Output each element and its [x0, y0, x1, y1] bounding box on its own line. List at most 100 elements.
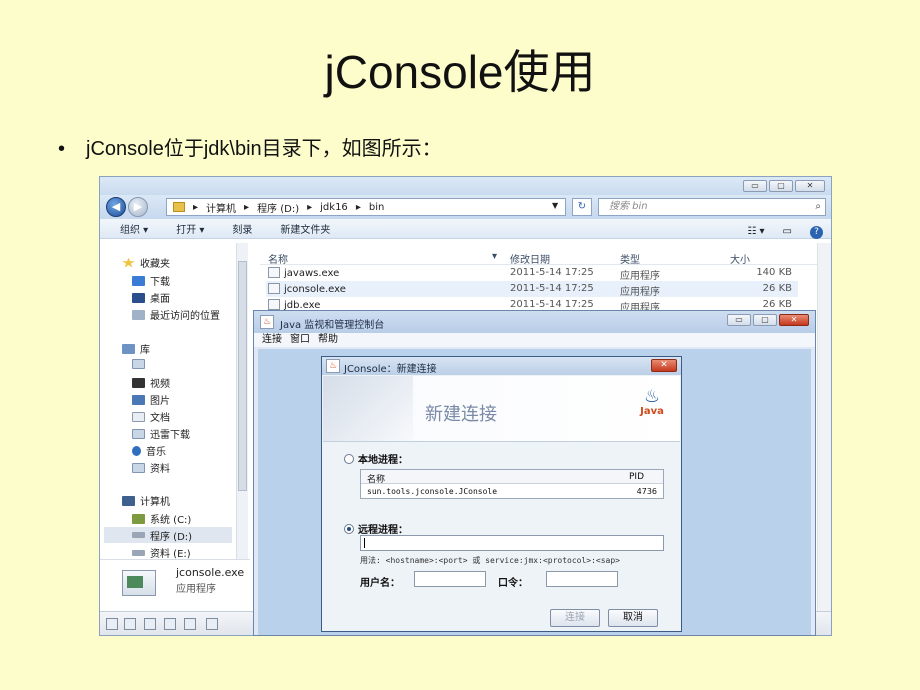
username-input[interactable] [414, 571, 486, 587]
folder-icon [132, 462, 145, 473]
nav-blank-library[interactable] [132, 359, 145, 369]
crumb-computer[interactable]: 计算机 [206, 200, 236, 215]
column-type[interactable]: 类型 [620, 251, 640, 266]
file-row[interactable]: jconsole.exe 2011-5-14 17:25 应用程序 26 KB [266, 281, 798, 298]
new-folder-button[interactable]: 新建文件夹 [280, 221, 330, 236]
nav-downloads[interactable]: 下载 [132, 273, 170, 288]
minimize-button[interactable]: ▭ [727, 314, 751, 326]
text-caret [364, 538, 365, 548]
app-icon[interactable] [184, 618, 196, 630]
dialog-close-button[interactable]: ✕ [651, 359, 677, 372]
column-size[interactable]: 大小 [730, 251, 750, 266]
preview-pane-button[interactable]: ▭ [783, 226, 792, 239]
file-row[interactable]: javaws.exe 2011-5-14 17:25 应用程序 140 KB [266, 265, 798, 282]
explorer-titlebar: ▭ ▢ ✕ [100, 177, 831, 195]
menu-help[interactable]: 帮助 [318, 333, 338, 347]
burn-button[interactable]: 刻录 [232, 221, 252, 236]
crumb-sep-icon: ▸ [355, 201, 361, 213]
nav-materials[interactable]: 资料 [132, 460, 170, 475]
nav-recent[interactable]: 最近访问的位置 [132, 307, 220, 322]
nav-music[interactable]: 音乐 [132, 443, 166, 458]
password-input[interactable] [546, 571, 618, 587]
refresh-button[interactable]: ↻ [572, 198, 592, 216]
nav-label: 文档 [150, 413, 170, 424]
local-process-radio[interactable] [344, 454, 354, 464]
local-process-option[interactable]: 本地进程： [344, 451, 408, 466]
nav-scroll-thumb[interactable] [238, 261, 247, 491]
library-icon [122, 343, 135, 354]
file-date: 2011-5-14 17:25 [510, 267, 594, 278]
organize-button[interactable]: 组织 ▾ [120, 221, 148, 236]
file-type: 应用程序 [620, 287, 660, 298]
nav-desktop[interactable]: 桌面 [132, 290, 170, 305]
menu-connect[interactable]: 连接 [262, 333, 282, 347]
windows-drive-icon [132, 513, 145, 524]
details-pane: jconsole.exe 应用程序 [100, 559, 250, 605]
application-icon [122, 570, 156, 596]
app-icon[interactable] [164, 618, 176, 630]
crumb-jdk16[interactable]: jdk16 [320, 202, 348, 213]
navigation-pane: 收藏夹 下载 桌面 最近访问的位置 库 视频 图片 文档 迅雷下载 音乐 资料 … [100, 243, 236, 560]
remote-process-input[interactable] [360, 535, 664, 551]
details-file-name: jconsole.exe [176, 566, 245, 579]
remote-process-radio[interactable] [344, 524, 354, 534]
maximize-button[interactable]: ▢ [753, 314, 777, 326]
nav-drive-d[interactable]: 程序 (D:) [104, 527, 232, 543]
music-icon [132, 445, 141, 456]
nav-library[interactable]: 库 [122, 341, 150, 356]
column-name: 名称 [367, 475, 386, 485]
input-method-icon[interactable] [206, 618, 218, 630]
back-button[interactable]: ◀ [106, 197, 126, 217]
nav-label: 库 [140, 345, 150, 356]
local-process-label: 本地进程： [358, 455, 408, 466]
file-name: jconsole.exe [284, 284, 346, 295]
help-button[interactable]: ? [810, 226, 823, 239]
nav-drive-e[interactable]: 资料 (E:) [132, 545, 191, 560]
file-list-scrollbar[interactable] [817, 243, 831, 623]
dialog-banner: 新建连接 ♨ Java [323, 376, 680, 442]
views-button[interactable]: ☷ ▾ [747, 226, 764, 239]
column-name[interactable]: 名称 [268, 251, 288, 266]
show-desktop-icon[interactable] [106, 618, 118, 630]
nav-label: 最近访问的位置 [150, 311, 220, 322]
nav-documents[interactable]: 文档 [132, 409, 170, 424]
forward-button[interactable]: ▶ [128, 197, 148, 217]
crumb-drive-d[interactable]: 程序 (D:) [257, 200, 299, 215]
file-list-header: 名称 ▾ 修改日期 类型 大小 [260, 249, 820, 266]
network-icon[interactable] [144, 618, 156, 630]
search-input[interactable]: 搜索 bin ⌕ [598, 198, 826, 216]
nav-drive-c[interactable]: 系统 (C:) [132, 511, 191, 526]
nav-thunder[interactable]: 迅雷下载 [132, 426, 190, 441]
close-button[interactable]: ✕ [795, 180, 825, 192]
maximize-button[interactable]: ▢ [769, 180, 793, 192]
java-icon: ♨ [260, 315, 274, 329]
open-button[interactable]: 打开 ▾ [176, 221, 204, 236]
nav-label: 视频 [150, 379, 170, 390]
drive-icon [132, 532, 145, 538]
drive-icon [132, 549, 145, 556]
close-button[interactable]: ✕ [779, 314, 809, 326]
bullet-dot: • [58, 138, 66, 160]
nav-label: 图片 [150, 396, 170, 407]
remote-process-option[interactable]: 远程进程： [344, 521, 408, 536]
nav-videos[interactable]: 视频 [132, 375, 170, 390]
address-box[interactable]: ▸ 计算机 ▸ 程序 (D:) ▸ jdk16 ▸ bin [166, 198, 566, 216]
cancel-button[interactable]: 取消 [608, 609, 658, 627]
address-dropdown-icon[interactable]: ▼ [552, 201, 558, 210]
column-modified[interactable]: 修改日期 [510, 251, 550, 266]
process-pid: 4736 [636, 487, 657, 496]
minimize-button[interactable]: ▭ [743, 180, 767, 192]
search-icon[interactable]: ⌕ [815, 199, 821, 215]
crumb-bin[interactable]: bin [369, 202, 384, 213]
nav-computer[interactable]: 计算机 [122, 493, 170, 508]
menu-window[interactable]: 窗口 [290, 333, 310, 347]
nav-scrollbar[interactable] [236, 243, 248, 559]
connect-button[interactable]: 连接 [550, 609, 600, 627]
java-console-titlebar: ♨ Java 监视和管理控制台 ▭ ▢ ✕ [254, 311, 815, 333]
sort-dropdown-icon[interactable]: ▾ [492, 251, 497, 262]
folder-icon [132, 428, 145, 439]
nav-pictures[interactable]: 图片 [132, 392, 170, 407]
nav-favorites[interactable]: 收藏夹 [122, 255, 170, 270]
file-date: 2011-5-14 17:25 [510, 299, 594, 310]
volume-icon[interactable] [124, 618, 136, 630]
